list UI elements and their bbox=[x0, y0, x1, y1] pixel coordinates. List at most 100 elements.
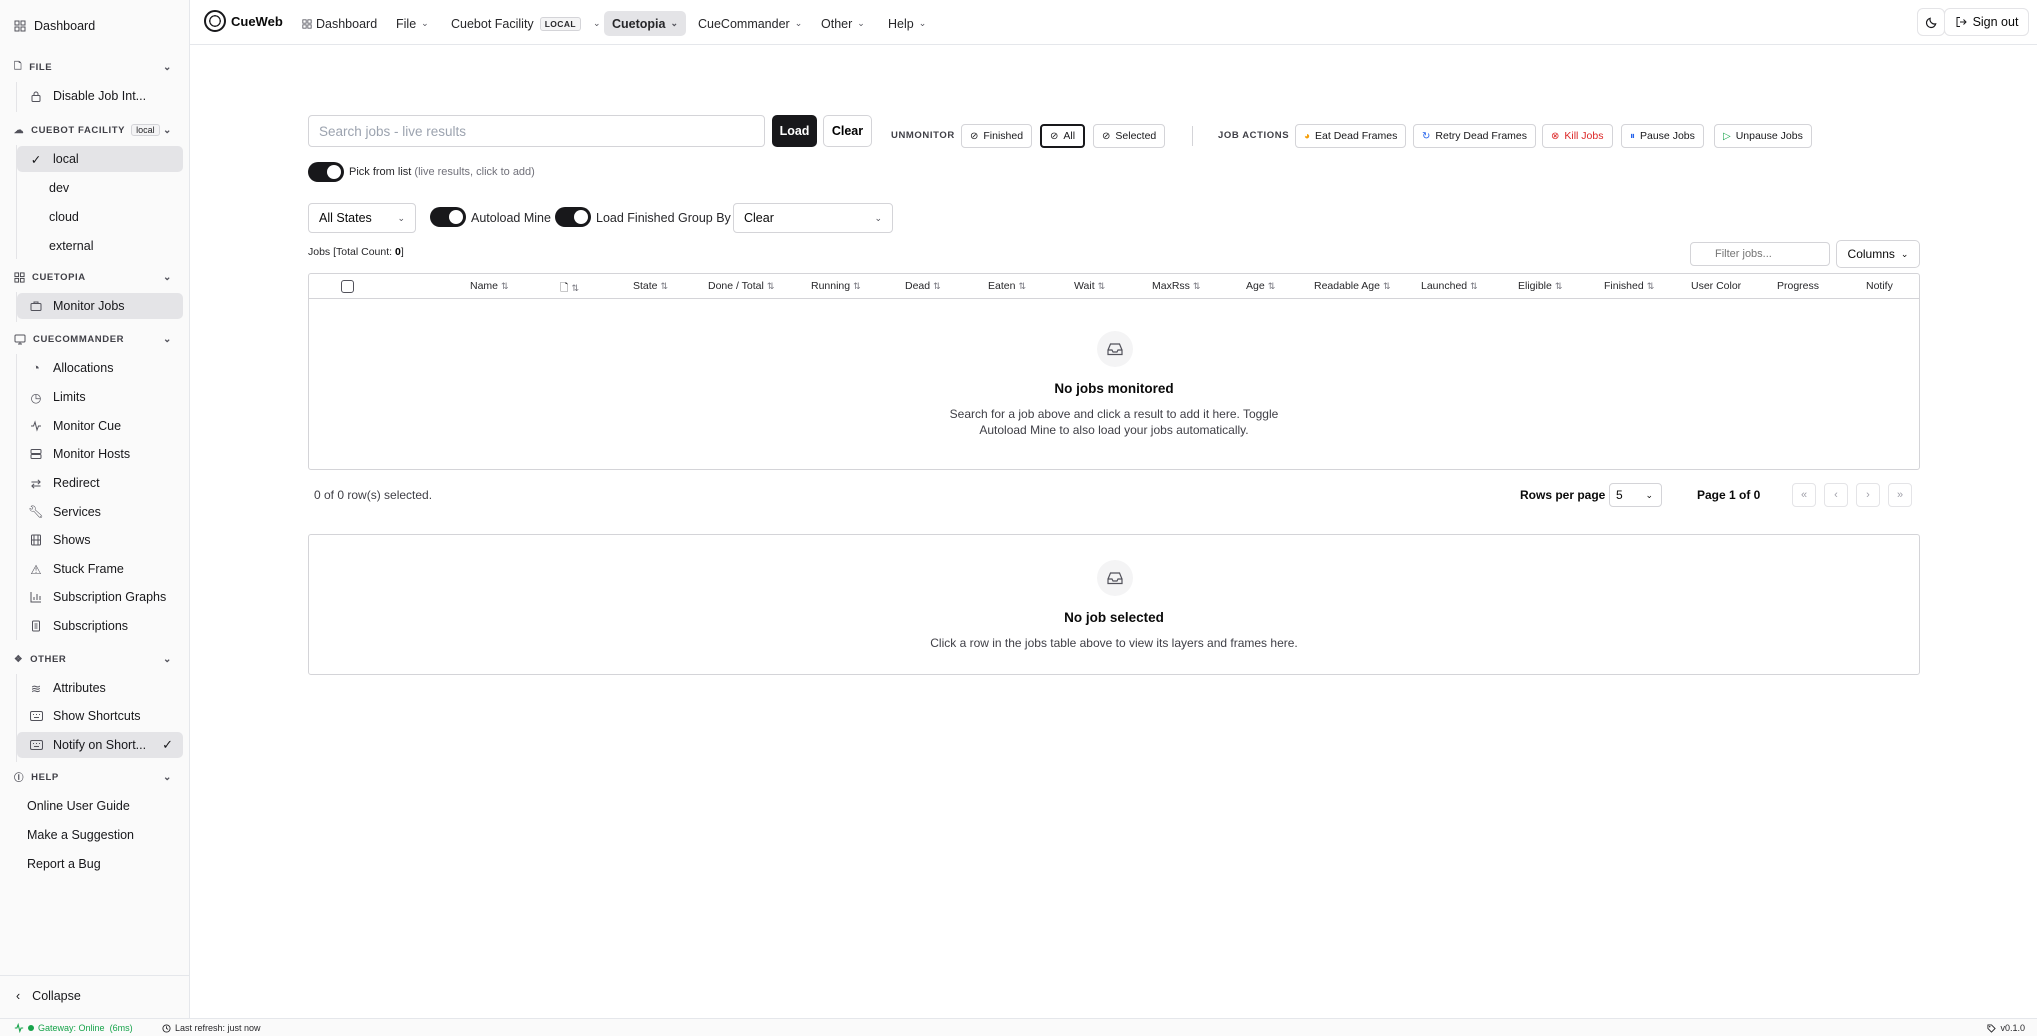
sidebar-item-shows[interactable]: Shows bbox=[17, 527, 183, 553]
sidebar-item-stuck-frame[interactable]: ⚠ Stuck Frame bbox=[17, 556, 183, 582]
sidebar-item-cloud[interactable]: cloud bbox=[17, 204, 183, 230]
chevron-down-icon: ⌄ bbox=[163, 61, 172, 73]
eat-dead-frames-button[interactable]: ◕ Eat Dead Frames bbox=[1295, 124, 1407, 148]
sidebar-group-file[interactable]: 🗋 FILE ⌄ bbox=[0, 57, 190, 77]
sidebar-item-subscription-graphs[interactable]: Subscription Graphs bbox=[17, 584, 183, 610]
job-state-select[interactable]: All States ⌄ bbox=[308, 203, 416, 233]
sort-icon: ⇅ bbox=[1646, 281, 1655, 291]
next-page-button[interactable]: › bbox=[1856, 483, 1880, 507]
sign-out-button[interactable]: Sign out bbox=[1944, 8, 2029, 36]
sidebar-item-allocations[interactable]: ◔ Allocations bbox=[17, 355, 183, 381]
sidebar-collapse-button[interactable]: ‹ Collapse bbox=[0, 984, 190, 1008]
filter-jobs-input[interactable] bbox=[1690, 242, 1830, 266]
sidebar-item-attributes[interactable]: ≋ Attributes bbox=[17, 675, 183, 701]
rows-per-page-value: 5 bbox=[1616, 488, 1623, 502]
sidebar-item-make-a-suggestion[interactable]: Make a Suggestion bbox=[17, 822, 183, 848]
sidebar-item-notify-on-shortcut[interactable]: Notify on Short... ✓ bbox=[17, 732, 183, 758]
column-header-user-color[interactable]: User Color bbox=[1691, 280, 1741, 292]
sidebar-item-redirect[interactable]: ⇄ Redirect bbox=[17, 470, 183, 496]
sidebar-dashboard-link[interactable]: Dashboard bbox=[0, 14, 190, 38]
check-icon: ✓ bbox=[30, 152, 42, 167]
column-header-done-total[interactable]: Done / Total ⇅ bbox=[708, 280, 774, 292]
nav-cuetopia-menu[interactable]: Cuetopia ⌄ bbox=[604, 11, 687, 36]
group-by-select[interactable]: Clear ⌄ bbox=[733, 203, 893, 233]
column-header-name[interactable]: Name ⇅ bbox=[470, 280, 509, 292]
last-page-button[interactable]: » bbox=[1888, 483, 1912, 507]
sidebar-collapse-label: Collapse bbox=[32, 989, 81, 1003]
sidebar-group-other[interactable]: ❖ OTHER ⌄ bbox=[0, 649, 190, 669]
sort-icon: ⇅ bbox=[1470, 281, 1478, 291]
sidebar-item-external[interactable]: external bbox=[17, 233, 183, 259]
column-header-age[interactable]: Age ⇅ bbox=[1246, 280, 1275, 292]
rows-per-page-select[interactable]: 5 ⌄ bbox=[1609, 483, 1662, 507]
nav-cuecommander-menu[interactable]: CueCommander ⌄ bbox=[690, 11, 810, 36]
previous-page-button[interactable]: ‹ bbox=[1824, 483, 1848, 507]
sidebar-item-subscriptions[interactable]: Subscriptions bbox=[17, 613, 183, 639]
version-info: v0.1.0 bbox=[1987, 1023, 2025, 1033]
sidebar-item-dev[interactable]: dev bbox=[17, 175, 183, 201]
sidebar-group-cuebot-facility[interactable]: ☁ CUEBOT FACILITY local ⌄ bbox=[0, 120, 190, 140]
no-job-selected-text: Click a row in the jobs table above to v… bbox=[930, 636, 1298, 650]
column-header-file[interactable]: 🗋 ⇅ bbox=[560, 280, 579, 298]
dashboard-grid-icon bbox=[14, 20, 26, 32]
columns-button[interactable]: Columns ⌄ bbox=[1836, 240, 1920, 268]
retry-dead-frames-button[interactable]: ↻ Retry Dead Frames bbox=[1413, 124, 1536, 148]
sidebar-item-report-a-bug[interactable]: Report a Bug bbox=[17, 851, 183, 877]
sidebar-item-label: Show Shortcuts bbox=[53, 709, 141, 723]
unpause-jobs-button[interactable]: ▷ Unpause Jobs bbox=[1714, 124, 1812, 148]
column-header-eligible[interactable]: Eligible ⇅ bbox=[1518, 280, 1562, 292]
sidebar-item-monitor-jobs[interactable]: Monitor Jobs bbox=[17, 293, 183, 319]
job-search-input[interactable] bbox=[308, 115, 765, 147]
column-header-progress[interactable]: Progress bbox=[1777, 280, 1819, 292]
sidebar-item-show-shortcuts[interactable]: Show Shortcuts bbox=[17, 703, 183, 729]
pause-icon: ⏸ bbox=[1630, 130, 1635, 142]
column-header-state[interactable]: State ⇅ bbox=[633, 280, 668, 292]
sidebar-item-monitor-hosts[interactable]: Monitor Hosts bbox=[17, 441, 183, 467]
pause-jobs-button[interactable]: ⏸ Pause Jobs bbox=[1621, 124, 1704, 148]
chevron-down-icon: ⌄ bbox=[1645, 489, 1653, 500]
nav-cuebot-facility-menu[interactable]: Cuebot Facility LOCAL ⌄ bbox=[443, 11, 609, 36]
sidebar-item-local[interactable]: ✓ local bbox=[17, 146, 183, 172]
clear-button[interactable]: Clear bbox=[823, 115, 872, 147]
sidebar-item-disable-job-interaction[interactable]: Disable Job Int... bbox=[17, 83, 183, 109]
group-by-value: Clear bbox=[744, 211, 774, 225]
nav-help-menu[interactable]: Help ⌄ bbox=[880, 11, 934, 36]
load-finished-toggle[interactable] bbox=[555, 207, 591, 227]
sidebar-group-help[interactable]: ⓘ HELP ⌄ bbox=[0, 767, 190, 787]
select-all-checkbox[interactable] bbox=[341, 280, 354, 293]
sidebar-group-cuecommander[interactable]: CUECOMMANDER ⌄ bbox=[0, 329, 190, 349]
sidebar-item-limits[interactable]: ◷ Limits bbox=[17, 384, 183, 410]
sidebar-item-monitor-cue[interactable]: Monitor Cue bbox=[17, 413, 183, 439]
load-button[interactable]: Load bbox=[772, 115, 817, 147]
column-header-launched[interactable]: Launched ⇅ bbox=[1421, 280, 1478, 292]
kill-jobs-button[interactable]: ⊗ Kill Jobs bbox=[1542, 124, 1613, 148]
chevron-down-icon: ⌄ bbox=[163, 771, 172, 783]
unmonitor-finished-button[interactable]: ⊘ Finished bbox=[961, 124, 1033, 148]
first-page-button[interactable]: « bbox=[1792, 483, 1816, 507]
button-label: Unpause Jobs bbox=[1735, 130, 1803, 142]
sidebar-item-online-user-guide[interactable]: Online User Guide bbox=[17, 793, 183, 819]
theme-toggle-button[interactable] bbox=[1917, 8, 1945, 36]
chevron-right-icon: › bbox=[1866, 489, 1870, 501]
nav-cuecommander-label: CueCommander bbox=[698, 16, 790, 31]
column-header-notify[interactable]: Notify bbox=[1866, 280, 1893, 292]
column-header-dead[interactable]: Dead ⇅ bbox=[905, 280, 941, 292]
nav-dashboard[interactable]: Dashboard bbox=[294, 11, 385, 36]
button-label: All bbox=[1063, 130, 1076, 142]
column-header-finished[interactable]: Finished ⇅ bbox=[1604, 280, 1654, 292]
column-header-readable-age[interactable]: Readable Age ⇅ bbox=[1314, 280, 1391, 292]
unmonitor-selected-button[interactable]: ⊘ Selected bbox=[1093, 124, 1166, 148]
column-header-wait[interactable]: Wait ⇅ bbox=[1074, 280, 1105, 292]
pick-from-list-toggle[interactable] bbox=[308, 162, 344, 182]
nav-other-menu[interactable]: Other ⌄ bbox=[813, 11, 873, 36]
column-header-eaten[interactable]: Eaten ⇅ bbox=[988, 280, 1026, 292]
sidebar-group-cuetopia[interactable]: CUETOPIA ⌄ bbox=[0, 267, 190, 287]
sidebar-item-services[interactable]: 🔧︎ Services bbox=[17, 499, 183, 525]
unmonitor-all-button[interactable]: ⊘ All bbox=[1040, 124, 1086, 148]
sidebar-item-label: Online User Guide bbox=[27, 799, 130, 813]
page-indicator: Page 1 of 0 bbox=[1697, 488, 1761, 502]
column-header-running[interactable]: Running ⇅ bbox=[811, 280, 861, 292]
column-header-maxrss[interactable]: MaxRss ⇅ bbox=[1152, 280, 1200, 292]
autoload-mine-toggle[interactable] bbox=[430, 207, 466, 227]
nav-file-menu[interactable]: File ⌄ bbox=[388, 11, 437, 36]
